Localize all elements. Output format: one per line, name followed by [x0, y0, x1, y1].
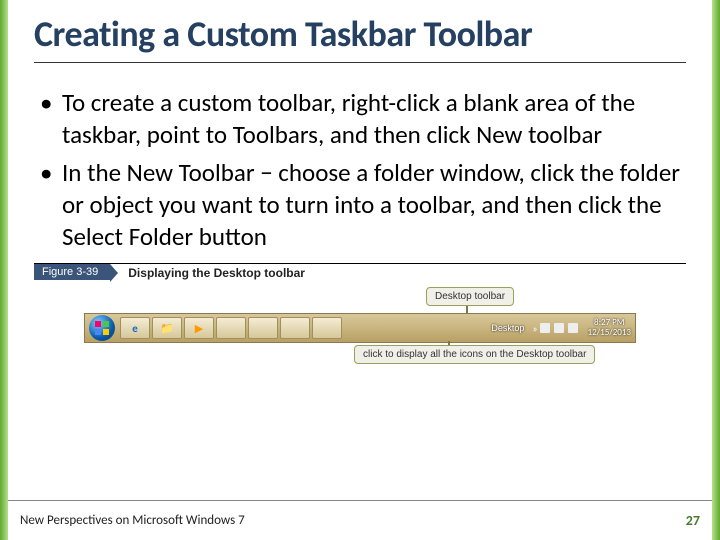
figure-area: Figure 3-39 Displaying the Desktop toolb… — [34, 263, 686, 373]
slide-footer: New Perspectives on Microsoft Windows 7 … — [8, 500, 712, 540]
pinned-icon — [216, 317, 246, 339]
taskbar-clock: 8:27 PM 12/15/2013 — [584, 318, 635, 338]
clock-date: 12/15/2013 — [588, 328, 631, 338]
callout-desktop-toolbar: Desktop toolbar — [426, 287, 514, 306]
explorer-icon: 📁 — [152, 317, 182, 339]
figure-caption: Displaying the Desktop toolbar — [128, 264, 305, 280]
figure-caption-bar: Figure 3-39 Displaying the Desktop toolb… — [34, 263, 686, 285]
bullet-item: To create a custom toolbar, right-click … — [34, 87, 686, 151]
taskbar-screenshot: e 📁 ▶ Desktop » 8:27 PM 12/15/2013 — [84, 313, 636, 343]
tray-icon — [540, 323, 550, 333]
callout-chevron-hint: click to display all the icons on the De… — [354, 345, 595, 364]
pinned-icon — [280, 317, 310, 339]
slide-title: Creating a Custom Taskbar Toolbar — [34, 12, 686, 63]
system-tray — [540, 323, 584, 333]
figure-number-tab: Figure 3-39 — [34, 264, 110, 280]
media-icon: ▶ — [184, 317, 214, 339]
slide-content: Creating a Custom Taskbar Toolbar To cre… — [8, 0, 712, 540]
desktop-toolbar-label: Desktop — [485, 323, 530, 333]
pinned-icon — [312, 317, 342, 339]
left-accent-bar — [0, 0, 8, 540]
right-accent-bar — [712, 0, 720, 540]
tray-icon — [554, 323, 564, 333]
chevron-icon: » — [530, 322, 539, 335]
bullet-item: In the New Toolbar − choose a folder win… — [34, 157, 686, 253]
page-number: 27 — [686, 512, 700, 529]
ie-icon: e — [120, 317, 150, 339]
tray-icon — [568, 323, 578, 333]
footer-text: New Perspectives on Microsoft Windows 7 — [20, 513, 245, 528]
start-button-icon — [89, 315, 115, 341]
bullet-list: To create a custom toolbar, right-click … — [34, 87, 686, 253]
pinned-icon — [248, 317, 278, 339]
